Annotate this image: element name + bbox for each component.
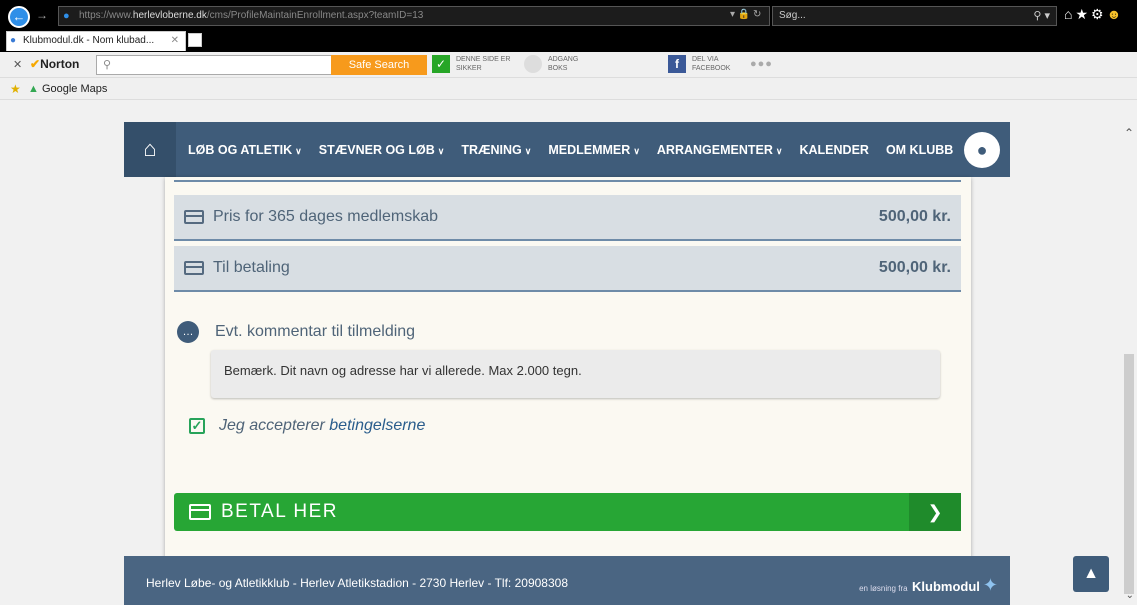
total-label: Til betaling: [213, 259, 290, 276]
nav-item-om-klubb[interactable]: OM KLUBB: [886, 143, 953, 157]
share-facebook-item[interactable]: f DEL VIA FACEBOOK: [668, 55, 730, 73]
comment-textarea[interactable]: Bemærk. Dit navn og adresse har vi aller…: [211, 350, 940, 398]
brand-tagline: en løsning fra: [859, 584, 908, 593]
settings-gear-icon[interactable]: ⚙: [1091, 6, 1107, 22]
membership-price-row: Pris for 365 dages medlemskab 500,00 kr.: [174, 195, 961, 241]
nav-item-medlemmer[interactable]: MEDLEMMER ∨: [548, 143, 640, 157]
forward-button[interactable]: →: [36, 8, 48, 22]
tab-bar: ● Klubmodul.dk - Nom klubad... ✕: [0, 29, 1137, 52]
scroll-up-icon[interactable]: ⌃: [1124, 126, 1134, 140]
norton-check-icon: ✔: [30, 57, 41, 71]
accept-text: Jeg accepterer: [219, 417, 330, 434]
chevron-down-icon: ∨: [775, 145, 783, 156]
close-tab-icon[interactable]: ✕: [171, 35, 179, 46]
maps-icon: ▲: [28, 83, 39, 95]
page-scrollbar[interactable]: ⌃ ⌄: [1120, 122, 1137, 605]
footer-contact: Herlev Løbe- og Atletikklub - Herlev Atl…: [146, 576, 568, 590]
pay-button[interactable]: BETAL HER ❯: [174, 493, 961, 531]
new-tab-button[interactable]: [188, 33, 202, 47]
terms-link[interactable]: betingelserne: [329, 417, 425, 434]
url-domain: herlevloberne.dk: [132, 10, 207, 21]
search-icon[interactable]: ⚲ ▾: [1033, 9, 1050, 22]
price-amount: 500,00 kr.: [878, 208, 951, 225]
facebook-icon: f: [668, 55, 686, 73]
scroll-thumb[interactable]: [1124, 354, 1134, 594]
enrollment-card: Pris for 365 dages medlemskab 500,00 kr.…: [165, 177, 971, 597]
toolbar-close-icon[interactable]: ✕: [13, 58, 22, 71]
nav-item-arrangementer[interactable]: ARRANGEMENTER ∨: [657, 143, 783, 157]
more-options-icon[interactable]: ●●●: [750, 58, 773, 70]
browser-toolbar-icons: ⌂★⚙☻: [1064, 6, 1124, 23]
browser-title-bar: ← → ● https://www.herlevloberne.dk/cms/P…: [0, 0, 1137, 29]
nav-item-stævner-og-løb[interactable]: STÆVNER OG LØB ∨: [319, 143, 445, 157]
browser-search-input[interactable]: Søg... ⚲ ▾: [772, 6, 1057, 26]
credit-card-icon: [189, 504, 211, 520]
tab-title: Klubmodul.dk - Nom klubad...: [23, 35, 155, 46]
tab-favicon-icon: ●: [10, 35, 17, 46]
browser-tab[interactable]: ● Klubmodul.dk - Nom klubad... ✕: [6, 31, 186, 51]
total-row: Til betaling 500,00 kr.: [174, 246, 961, 292]
norton-search-input[interactable]: ⚲: [96, 55, 332, 75]
total-amount: 500,00 kr.: [878, 259, 951, 276]
scroll-down-icon[interactable]: ⌄: [1126, 590, 1134, 601]
vault-item[interactable]: ADGANG BOKS: [524, 55, 578, 73]
price-label: Pris for 365 dages medlemskab: [213, 208, 438, 225]
lock-refresh-icons[interactable]: ▾ 🔒 ↻: [730, 9, 761, 20]
main-navigation: ⌂ LØB OG ATLETIK ∨ STÆVNER OG LØB ∨ TRÆNING ∨…: [124, 122, 1010, 177]
nav-item-kalender[interactable]: KALENDER: [799, 143, 868, 157]
nav-item-træning[interactable]: TRÆNING ∨: [461, 143, 531, 157]
chevron-down-icon: ∨: [295, 145, 302, 156]
safe-search-button[interactable]: Safe Search: [331, 55, 427, 75]
favorite-google-maps[interactable]: ▲ Google Maps: [28, 83, 107, 95]
site-footer: Herlev Løbe- og Atletikklub - Herlev Atl…: [124, 556, 1010, 605]
nav-item-løb-og-atletik[interactable]: LØB OG ATLETIK ∨: [188, 143, 302, 157]
back-button[interactable]: ←: [8, 6, 30, 28]
page-viewport: ⌂ LØB OG ATLETIK ∨ STÆVNER OG LØB ∨ TRÆNING ∨…: [0, 122, 1137, 605]
pay-button-label: BETAL HER: [221, 501, 338, 522]
user-avatar-icon[interactable]: ●: [964, 132, 1000, 168]
add-favorite-star-icon[interactable]: ★: [10, 82, 21, 96]
comment-bubble-icon: …: [177, 321, 199, 343]
brand-name: Klubmodul: [912, 579, 980, 594]
credit-card-icon: [184, 261, 204, 275]
url-prefix: https://www.: [79, 10, 133, 21]
secure-check-icon: ✓: [432, 55, 450, 73]
norton-logo: ✔Norton: [30, 57, 80, 71]
favorites-bar: ★ ▲ Google Maps: [0, 78, 1137, 100]
home-icon[interactable]: ⌂: [124, 122, 176, 177]
klubmodul-logo-icon: ✦: [982, 575, 998, 595]
chevron-down-icon: ∨: [524, 145, 532, 156]
chevron-down-icon: ∨: [437, 145, 445, 156]
chevron-down-icon: ∨: [633, 145, 640, 156]
divider: [174, 180, 961, 182]
ie-page-icon: ●: [63, 10, 70, 22]
credit-card-icon: [184, 210, 204, 224]
address-bar[interactable]: ● https://www.herlevloberne.dk/cms/Profi…: [58, 6, 770, 26]
home-icon[interactable]: ⌂: [1064, 6, 1075, 22]
feedback-smiley-icon[interactable]: ☻: [1107, 6, 1125, 22]
scroll-to-top-button[interactable]: ▲: [1073, 556, 1109, 592]
comment-label: Evt. kommentar til tilmelding: [215, 323, 416, 340]
favorites-star-icon[interactable]: ★: [1075, 6, 1091, 22]
nav-menu: LØB OG ATLETIK ∨ STÆVNER OG LØB ∨ TRÆNING ∨ ME…: [188, 122, 970, 177]
url-path: /cms/ProfileMaintainEnrollment.aspx?team…: [206, 10, 424, 21]
chevron-right-icon[interactable]: ❯: [909, 493, 961, 531]
klubmodul-brand[interactable]: en løsning fra Klubmodul ✦: [859, 575, 998, 596]
terms-checkbox[interactable]: ✓: [189, 418, 205, 434]
search-placeholder: Søg...: [779, 10, 806, 21]
norton-toolbar: ✕ ✔Norton ⚲ Safe Search ✓ DENNE SIDE ER S…: [0, 52, 1137, 78]
vault-icon: [524, 55, 542, 73]
page-secure-item[interactable]: ✓ DENNE SIDE ER SIKKER: [432, 55, 510, 73]
